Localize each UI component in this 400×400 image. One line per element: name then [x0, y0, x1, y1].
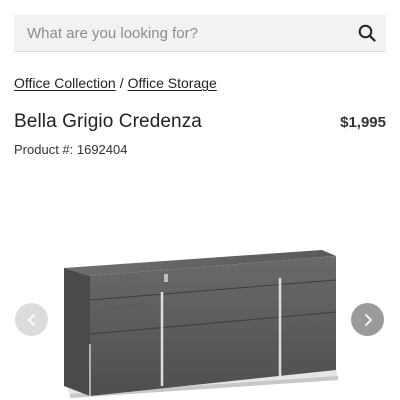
search-bar: [14, 14, 386, 52]
product-image[interactable]: [60, 248, 342, 400]
gallery-prev-button[interactable]: [15, 303, 48, 336]
product-gallery: [0, 230, 400, 400]
chevron-left-icon: [27, 313, 35, 326]
product-price: $1,995: [340, 114, 386, 131]
gallery-next-button[interactable]: [351, 303, 384, 336]
chevron-right-icon: [364, 313, 372, 326]
search-button[interactable]: [348, 15, 386, 51]
product-number: Product #: 1692404: [14, 142, 128, 157]
search-icon: [358, 24, 376, 42]
breadcrumb-link-office-storage[interactable]: Office Storage: [128, 75, 217, 91]
search-input[interactable]: [14, 14, 348, 52]
product-title: Bella Grigio Credenza: [14, 111, 202, 132]
breadcrumb: Office Collection / Office Storage: [14, 75, 217, 91]
breadcrumb-link-office-collection[interactable]: Office Collection: [14, 75, 116, 91]
product-page: Office Collection/Office Storage Bella G…: [0, 0, 400, 400]
breadcrumb-separator: /: [119, 75, 124, 91]
